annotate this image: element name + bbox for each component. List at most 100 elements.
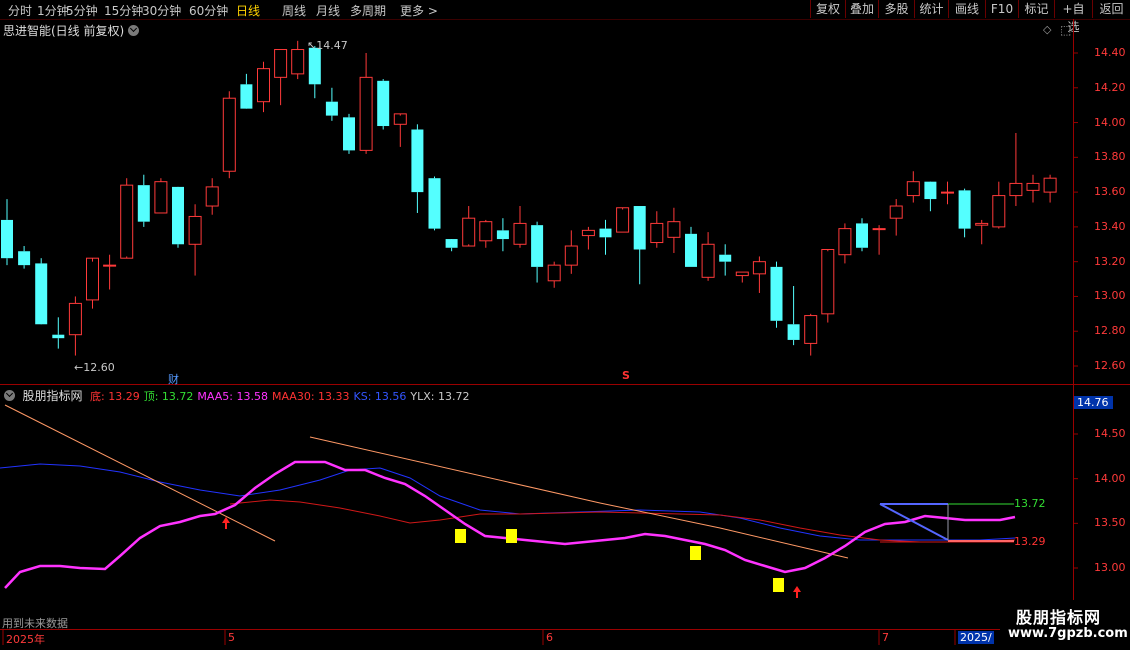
candle[interactable] xyxy=(992,181,1006,229)
candle[interactable] xyxy=(513,206,527,248)
candle[interactable] xyxy=(240,73,253,109)
diag-line xyxy=(879,503,949,541)
candle[interactable] xyxy=(770,261,783,328)
chevron-down-icon[interactable] xyxy=(4,390,15,401)
watermark: 股朋指标网 www.7gpzb.com xyxy=(1000,600,1130,650)
candle[interactable] xyxy=(308,46,321,99)
y-tick-label: 12.80 xyxy=(1094,324,1126,338)
candle[interactable] xyxy=(172,186,184,248)
x-tick-label: 2025/ xyxy=(958,631,994,644)
candle[interactable] xyxy=(667,207,681,253)
sell-marker[interactable]: S xyxy=(622,369,630,382)
candle[interactable] xyxy=(616,207,630,233)
candle[interactable] xyxy=(804,313,818,356)
y-tick-label: 13.60 xyxy=(1094,185,1126,199)
kline-chart[interactable] xyxy=(0,0,1130,650)
finance-marker[interactable]: 财 xyxy=(168,371,179,387)
candle[interactable] xyxy=(735,271,749,283)
candle[interactable] xyxy=(821,248,835,323)
ks-line xyxy=(0,463,1016,541)
indicator-title: 股朋指标网 底: 13.29 顶: 13.72 MAA5: 13.58 MAA30: … xyxy=(4,387,477,404)
candle[interactable] xyxy=(359,53,373,154)
maa30-line xyxy=(229,499,1016,543)
candle[interactable] xyxy=(581,226,595,250)
candle[interactable] xyxy=(564,230,578,274)
indicator-value: YLX: 13.72 xyxy=(410,390,470,403)
candle[interactable] xyxy=(274,49,288,106)
y-tick-label: 13.20 xyxy=(1094,254,1126,268)
candle[interactable] xyxy=(752,256,766,293)
candle[interactable] xyxy=(52,317,65,349)
candle[interactable] xyxy=(18,246,31,269)
y-tick-label: 14.40 xyxy=(1094,46,1126,59)
candle[interactable] xyxy=(205,178,219,215)
candle[interactable] xyxy=(1043,174,1057,203)
candle[interactable] xyxy=(188,204,202,276)
ylx-line-1 xyxy=(4,404,276,542)
candle[interactable] xyxy=(547,261,561,288)
candle[interactable] xyxy=(872,225,886,255)
y-tick-label: 13.50 xyxy=(1094,516,1126,530)
indicator-value: 底: 13.29 xyxy=(90,390,140,403)
candle[interactable] xyxy=(787,286,800,346)
candle[interactable] xyxy=(958,188,971,238)
indicator-current-label: 14.76 xyxy=(1074,396,1113,409)
candle[interactable] xyxy=(462,206,476,247)
candle[interactable] xyxy=(1009,132,1023,207)
watermark-line2: www.7gpzb.com xyxy=(1008,626,1128,641)
indicator-value: 顶: 13.72 xyxy=(143,390,194,403)
candle[interactable] xyxy=(975,219,989,245)
candle[interactable] xyxy=(941,181,954,205)
candle[interactable] xyxy=(1,199,13,266)
top-value-label: 13.72 xyxy=(1014,497,1046,510)
buy-arrow-icon xyxy=(222,517,230,529)
candle[interactable] xyxy=(531,221,544,283)
indicator-name: 股朋指标网 xyxy=(22,389,83,403)
candle[interactable] xyxy=(685,226,697,267)
candle[interactable] xyxy=(856,218,868,252)
x-tick-label: 2025年 xyxy=(6,633,45,646)
indicator-value: MAA30: 13.33 xyxy=(271,390,350,403)
y-tick-label: 13.00 xyxy=(1094,561,1126,574)
candle[interactable] xyxy=(599,219,612,255)
candle[interactable] xyxy=(479,219,493,248)
candle[interactable] xyxy=(393,113,407,147)
candle[interactable] xyxy=(377,79,390,130)
candle[interactable] xyxy=(633,206,646,285)
watermark-line1: 股朋指标网 xyxy=(1016,608,1102,627)
candle[interactable] xyxy=(701,232,715,281)
candle[interactable] xyxy=(719,244,732,276)
candle[interactable] xyxy=(68,296,82,356)
candle[interactable] xyxy=(343,113,355,154)
candle[interactable] xyxy=(445,239,458,252)
candle[interactable] xyxy=(291,40,305,80)
future-data-note: 用到未来数据 xyxy=(2,617,68,630)
candle[interactable] xyxy=(496,218,509,252)
candle[interactable] xyxy=(137,174,150,227)
low-price-label: ←12.60 xyxy=(74,361,115,374)
candle[interactable] xyxy=(86,257,99,309)
candle[interactable] xyxy=(428,176,441,231)
indicator-value: MAA5: 13.58 xyxy=(197,390,268,403)
candle[interactable] xyxy=(1026,174,1040,203)
candle[interactable] xyxy=(103,254,117,290)
candle[interactable] xyxy=(889,199,903,236)
candle[interactable] xyxy=(257,61,270,113)
candle[interactable] xyxy=(411,124,424,213)
y-tick-label: 13.40 xyxy=(1094,219,1126,233)
y-tick-label: 12.60 xyxy=(1094,359,1126,372)
candle[interactable] xyxy=(325,87,338,121)
candle[interactable] xyxy=(222,91,236,179)
candle[interactable] xyxy=(924,181,937,212)
candle[interactable] xyxy=(650,211,664,248)
x-tick-label: 6 xyxy=(546,631,553,644)
candle[interactable] xyxy=(838,223,852,264)
candle[interactable] xyxy=(120,178,134,259)
bottom-value-label: 13.29 xyxy=(1014,535,1046,548)
y-tick-label: 13.80 xyxy=(1094,150,1126,164)
candle[interactable] xyxy=(154,178,168,214)
candle[interactable] xyxy=(35,258,48,325)
y-tick-label: 13.00 xyxy=(1094,289,1126,303)
candle[interactable] xyxy=(906,171,920,203)
signal-square xyxy=(455,529,466,543)
